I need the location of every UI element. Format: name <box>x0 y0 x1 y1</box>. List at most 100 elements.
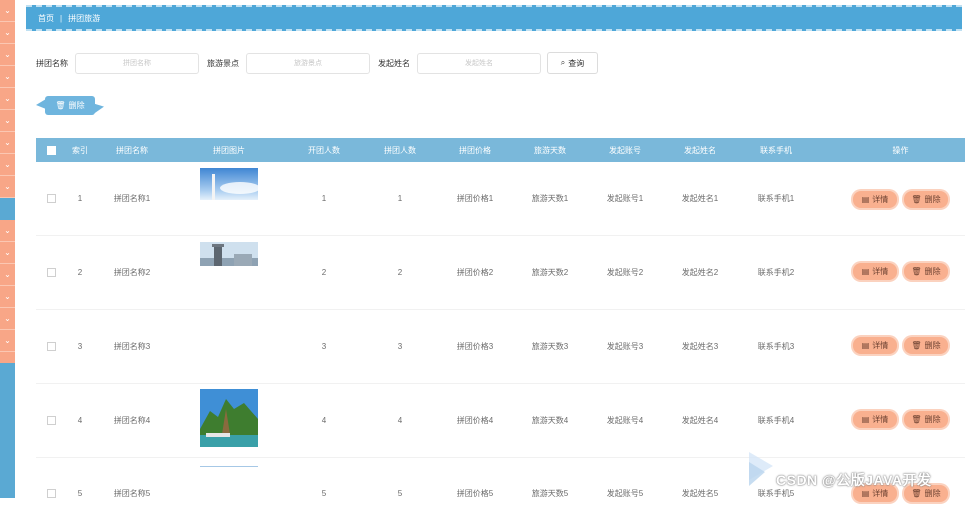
cell-name: 拼团名称2 <box>113 267 151 277</box>
row-checkbox-cell <box>36 383 66 457</box>
watermark: CSDN @公版JAVA开发 <box>776 472 932 488</box>
cell-index: 3 <box>77 341 83 351</box>
chevron-down-icon: ⌄ <box>4 313 11 323</box>
delete-button[interactable]: 🗑 删除 <box>904 411 948 428</box>
cell-name: 拼团名称4 <box>113 415 151 425</box>
cell-phone: 联系手机1 <box>757 194 795 203</box>
batch-delete-label: 删除 <box>68 101 85 110</box>
delete-button[interactable]: 🗑 删除 <box>904 263 948 280</box>
document-icon: ▤ <box>861 489 870 498</box>
tour-image <box>200 242 258 266</box>
sidebar-item-7[interactable]: ⌄ <box>0 132 15 154</box>
sky-photo-image <box>200 168 258 200</box>
row-checkbox-cell <box>36 235 66 309</box>
chevron-down-icon: ⌄ <box>4 225 11 235</box>
ribbon-right <box>92 103 104 115</box>
chevron-down-icon: ⌄ <box>4 335 11 345</box>
detail-button[interactable]: ▤ 详情 <box>853 191 897 208</box>
cell-join: 1 <box>397 194 403 203</box>
detail-label: 详情 <box>872 195 889 204</box>
cell-index: 2 <box>77 267 83 277</box>
cell-price: 拼团价格3 <box>456 341 494 351</box>
search-icon: ⌕ <box>560 58 566 67</box>
sidebar-footer <box>0 363 15 498</box>
cell-name: 拼团名称3 <box>113 341 151 351</box>
chevron-down-icon: ⌄ <box>4 247 11 257</box>
query-button[interactable]: ⌕ 查询 <box>547 52 598 74</box>
trash-icon: 🗑 <box>911 267 922 276</box>
row-checkbox[interactable] <box>46 194 56 203</box>
cell-open: 1 <box>321 194 327 203</box>
row-checkbox[interactable] <box>46 267 56 277</box>
sidebar-item-6[interactable]: ⌄ <box>0 110 15 132</box>
cell-index: 1 <box>77 194 83 203</box>
cell-days: 旅游天数4 <box>531 415 569 425</box>
cell-price: 拼团价格4 <box>456 415 494 425</box>
sidebar-item-active[interactable] <box>0 198 15 220</box>
sidebar-item-11[interactable]: ⌄ <box>0 242 15 264</box>
header-price: 拼团价格 <box>459 145 491 155</box>
sidebar-item-4[interactable]: ⌄ <box>0 66 15 88</box>
sidebar-item-10[interactable]: ⌄ <box>0 220 15 242</box>
csdn-logo-icon <box>749 452 773 486</box>
cell-name: 拼团名称1 <box>113 194 151 203</box>
query-button-label: 查询 <box>568 58 585 68</box>
search-label-starter: 发起姓名 <box>378 58 410 68</box>
detail-button[interactable]: ▤ 详情 <box>853 263 897 280</box>
delete-label: 删除 <box>924 341 941 350</box>
search-input-starter[interactable]: 发起姓名 <box>417 52 541 74</box>
trash-icon: 🗑 <box>911 341 922 350</box>
sidebar-item-8[interactable]: ⌄ <box>0 154 15 176</box>
trash-icon: 🗑 <box>911 415 922 424</box>
sidebar-item-14[interactable]: ⌄ <box>0 308 15 330</box>
select-all-checkbox[interactable] <box>46 145 56 155</box>
chevron-down-icon: ⌄ <box>4 181 11 191</box>
row-checkbox-cell <box>36 475 66 511</box>
row-checkbox[interactable] <box>46 488 56 498</box>
cell-index: 5 <box>77 488 83 498</box>
detail-button[interactable]: ▤ 详情 <box>853 411 897 428</box>
search-input-spot[interactable]: 旅游景点 <box>246 52 370 74</box>
header-days: 旅游天数 <box>534 145 566 155</box>
cell-join: 2 <box>397 267 403 277</box>
sidebar-item-3[interactable]: ⌄ <box>0 44 15 66</box>
header-phone: 联系手机 <box>760 145 792 155</box>
document-icon: ▤ <box>861 267 870 276</box>
tower-photo-image <box>200 242 258 266</box>
cell-join: 4 <box>397 415 403 425</box>
row-checkbox-cell <box>36 309 66 383</box>
sidebar-item-9[interactable]: ⌄ <box>0 176 15 198</box>
breadcrumb-home[interactable]: 首页 <box>38 13 54 24</box>
cell-price: 拼团价格5 <box>456 488 494 498</box>
cell-account: 发起账号5 <box>606 488 644 498</box>
batch-delete-button[interactable]: 🗑 删除 <box>45 96 95 115</box>
delete-button[interactable]: 🗑 删除 <box>904 191 948 208</box>
detail-button[interactable]: ▤ 详情 <box>853 337 897 354</box>
row-checkbox[interactable] <box>46 415 56 425</box>
cell-price: 拼团价格1 <box>456 194 494 203</box>
search-input-name[interactable]: 拼团名称 <box>75 52 199 74</box>
cell-open: 5 <box>321 488 327 498</box>
cell-open: 2 <box>321 267 327 277</box>
chevron-down-icon: ⌄ <box>4 115 11 125</box>
breadcrumb-current: 拼团旅游 <box>68 13 101 23</box>
cell-join: 3 <box>397 341 403 351</box>
cell-account: 发起账号4 <box>606 415 644 425</box>
row-checkbox[interactable] <box>46 341 56 351</box>
sidebar-item-13[interactable]: ⌄ <box>0 286 15 308</box>
header-index: 索引 <box>72 145 88 155</box>
sidebar-item-5[interactable]: ⌄ <box>0 88 15 110</box>
sidebar-item-12[interactable]: ⌄ <box>0 264 15 286</box>
cell-days: 旅游天数5 <box>531 488 569 498</box>
cell-account: 发起账号1 <box>606 194 644 203</box>
cell-phone: 联系手机4 <box>757 415 795 425</box>
breadcrumb: 首页 | 拼团旅游 <box>26 5 962 31</box>
sidebar-item-15[interactable]: ⌄ <box>0 330 15 352</box>
delete-button[interactable]: 🗑 删除 <box>904 337 948 354</box>
landscape-photo-image <box>200 466 258 467</box>
select-all-cell <box>36 138 66 162</box>
sidebar-item-1[interactable]: ⌄ <box>0 0 15 22</box>
chevron-down-icon: ⌄ <box>4 159 11 169</box>
table-row: 4 拼团名称4 4 4 拼团价格4 旅游天数4 发起账号4 发起姓名4 联系手机… <box>36 383 965 458</box>
sidebar-item-2[interactable]: ⌄ <box>0 22 15 44</box>
